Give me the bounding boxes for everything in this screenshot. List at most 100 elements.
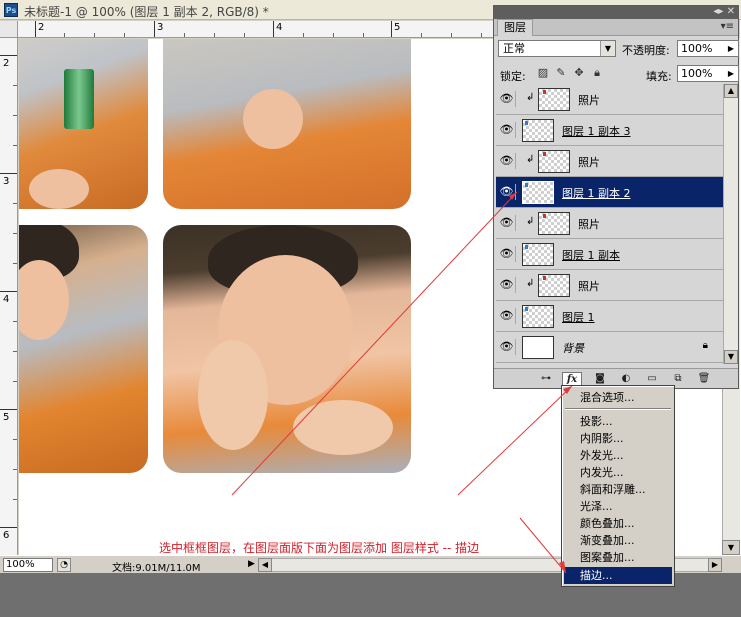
zoom-field[interactable]: 100% <box>3 558 53 572</box>
menu-item-bevel-emboss[interactable]: 斜面和浮雕... <box>564 481 672 498</box>
link-layers-icon[interactable]: ⊶ <box>536 372 556 386</box>
visibility-eye-icon[interactable]: 👁︎ <box>498 215 516 231</box>
scroll-left-arrow[interactable]: ◀ <box>258 558 272 572</box>
face <box>243 89 303 149</box>
blend-mode-value: 正常 <box>503 42 525 55</box>
thumb-mark <box>543 90 546 94</box>
visibility-eye-icon[interactable]: 👁︎ <box>498 277 516 293</box>
layer-name[interactable]: 背景 <box>562 340 584 356</box>
layer-row[interactable]: 👁︎ ↲ 照片 <box>496 84 724 115</box>
add-mask-icon[interactable]: ◙ <box>590 372 610 386</box>
layer-name[interactable]: 照片 <box>578 92 600 108</box>
visibility-eye-icon[interactable]: 👁︎ <box>498 122 516 138</box>
document-title: 未标题-1 @ 100% (图层 1 副本 2, RGB/8) * <box>24 5 269 19</box>
lock-icon: 🔒︎ <box>702 340 708 351</box>
opacity-field[interactable]: 100% ▶ <box>677 40 739 57</box>
menu-item-satin[interactable]: 光泽... <box>564 498 672 515</box>
layer-row[interactable]: 👁︎ 背景 🔒︎ <box>496 332 724 363</box>
visibility-eye-icon[interactable]: 👁︎ <box>498 246 516 262</box>
status-options-icon[interactable]: ◔ <box>57 558 71 572</box>
delete-layer-icon[interactable]: 🗑︎ <box>694 372 714 386</box>
ruler-tick <box>184 33 185 37</box>
layer-name[interactable]: 图层 1 副本 2 <box>562 185 631 201</box>
photo-frame-top-left[interactable] <box>19 39 148 209</box>
visibility-eye-icon[interactable]: 👁︎ <box>498 91 516 107</box>
opacity-arrow-icon[interactable]: ▶ <box>725 41 737 56</box>
layer-name[interactable]: 图层 1 副本 3 <box>562 123 631 139</box>
ruler-tick <box>13 321 17 322</box>
layer-row[interactable]: 👁︎ 图层 1 <box>496 301 724 332</box>
layer-row[interactable]: 👁︎ ↲ 照片 <box>496 270 724 301</box>
ruler-number: 3 <box>3 176 10 187</box>
photoshop-icon: Ps <box>4 3 18 17</box>
menu-item-blending-options[interactable]: 混合选项... <box>564 389 672 406</box>
visibility-eye-icon[interactable]: 👁︎ <box>498 308 516 324</box>
thumb-mark <box>525 307 528 311</box>
menu-item-color-overlay[interactable]: 颜色叠加... <box>564 515 672 532</box>
layer-row[interactable]: 👁︎ 图层 1 副本 <box>496 239 724 270</box>
scroll-up-arrow[interactable]: ▲ <box>724 84 738 98</box>
photo-frame-top-right[interactable] <box>163 39 411 209</box>
visibility-eye-icon[interactable]: 👁︎ <box>498 184 516 200</box>
blend-mode-select[interactable]: 正常 ▼ <box>498 40 616 57</box>
layer-list: 👁︎ ↲ 照片 👁︎ 图层 1 副本 3 👁︎ ↲ 照片 👁︎ 图层 1 副本 … <box>496 84 724 364</box>
drink-can <box>64 69 94 129</box>
layers-scrollbar[interactable]: ▲ ▼ <box>723 84 738 364</box>
opacity-label: 不透明度: <box>622 44 670 57</box>
lock-pixels-icon[interactable]: ✎ <box>554 66 568 80</box>
scroll-down-arrow[interactable]: ▼ <box>724 350 738 364</box>
menu-item-outer-glow[interactable]: 外发光... <box>564 447 672 464</box>
layer-row[interactable]: 👁︎ ↲ 照片 <box>496 146 724 177</box>
menu-item-drop-shadow[interactable]: 投影... <box>564 413 672 430</box>
layer-style-menu: 混合选项... 投影... 内阴影... 外发光... 内发光... 斜面和浮雕… <box>561 385 675 587</box>
photo-frame-bottom-left[interactable] <box>19 225 148 473</box>
layer-name[interactable]: 照片 <box>578 216 600 232</box>
new-layer-icon[interactable]: ⧉ <box>668 372 688 386</box>
visibility-eye-icon[interactable]: 👁︎ <box>498 339 516 355</box>
ruler-tick <box>13 439 17 440</box>
photo-frame-bottom-center[interactable] <box>163 225 411 473</box>
layer-name[interactable]: 照片 <box>578 154 600 170</box>
layer-name[interactable]: 图层 1 <box>562 309 595 325</box>
thumb-mark <box>543 276 546 280</box>
tab-layers[interactable]: 图层 <box>497 19 533 36</box>
scroll-down-arrow[interactable]: ▼ <box>722 540 740 555</box>
ruler-tick <box>154 21 155 37</box>
new-group-icon[interactable]: ▭ <box>642 372 662 386</box>
chevron-down-icon[interactable]: ▼ <box>600 41 615 56</box>
lock-position-icon[interactable]: ✥ <box>572 66 586 80</box>
clipping-mask-arrow-icon: ↲ <box>526 92 535 103</box>
fill-value: 100% <box>681 67 713 80</box>
menu-item-pattern-overlay[interactable]: 图案叠加... <box>564 549 672 566</box>
vertical-ruler[interactable]: 2 3 4 5 6 <box>0 38 18 555</box>
ruler-tick <box>94 33 95 37</box>
layer-row[interactable]: 👁︎ ↲ 照片 <box>496 208 724 239</box>
panel-header[interactable]: ◂▸ ✕ <box>494 6 738 19</box>
visibility-eye-icon[interactable]: 👁︎ <box>498 153 516 169</box>
scroll-right-arrow[interactable]: ▶ <box>708 558 722 572</box>
ruler-number: 6 <box>3 530 10 541</box>
ruler-corner[interactable] <box>0 21 18 38</box>
menu-separator <box>565 408 671 410</box>
panel-collapse-icon[interactable]: ◂▸ ✕ <box>713 6 735 18</box>
menu-item-inner-glow[interactable]: 内发光... <box>564 464 672 481</box>
fill-field[interactable]: 100% ▶ <box>677 65 739 82</box>
status-menu-arrow-icon[interactable]: ▶ <box>248 559 255 569</box>
menu-item-inner-shadow[interactable]: 内阴影... <box>564 430 672 447</box>
layer-row[interactable]: 👁︎ 图层 1 副本 3 <box>496 115 724 146</box>
layer-name[interactable]: 图层 1 副本 <box>562 247 620 263</box>
lock-label: 锁定: <box>500 70 526 83</box>
fill-arrow-icon[interactable]: ▶ <box>725 66 737 81</box>
lock-transparency-icon[interactable]: ▨ <box>536 66 550 80</box>
layer-name[interactable]: 照片 <box>578 278 600 294</box>
panel-menu-icon[interactable]: ▾≡ <box>721 21 734 32</box>
clipping-mask-arrow-icon: ↲ <box>526 216 535 227</box>
menu-item-gradient-overlay[interactable]: 渐变叠加... <box>564 532 672 549</box>
layer-row-selected[interactable]: 👁︎ 图层 1 副本 2 <box>496 177 724 208</box>
menu-item-stroke[interactable]: 描边... <box>564 567 672 584</box>
thumb-mark <box>525 245 528 249</box>
add-layer-style-button[interactable]: fx <box>562 372 582 386</box>
lock-all-icon[interactable]: 🔒︎ <box>590 66 604 80</box>
thumb-mark <box>543 152 546 156</box>
adjustment-layer-icon[interactable]: ◐ <box>616 372 636 386</box>
